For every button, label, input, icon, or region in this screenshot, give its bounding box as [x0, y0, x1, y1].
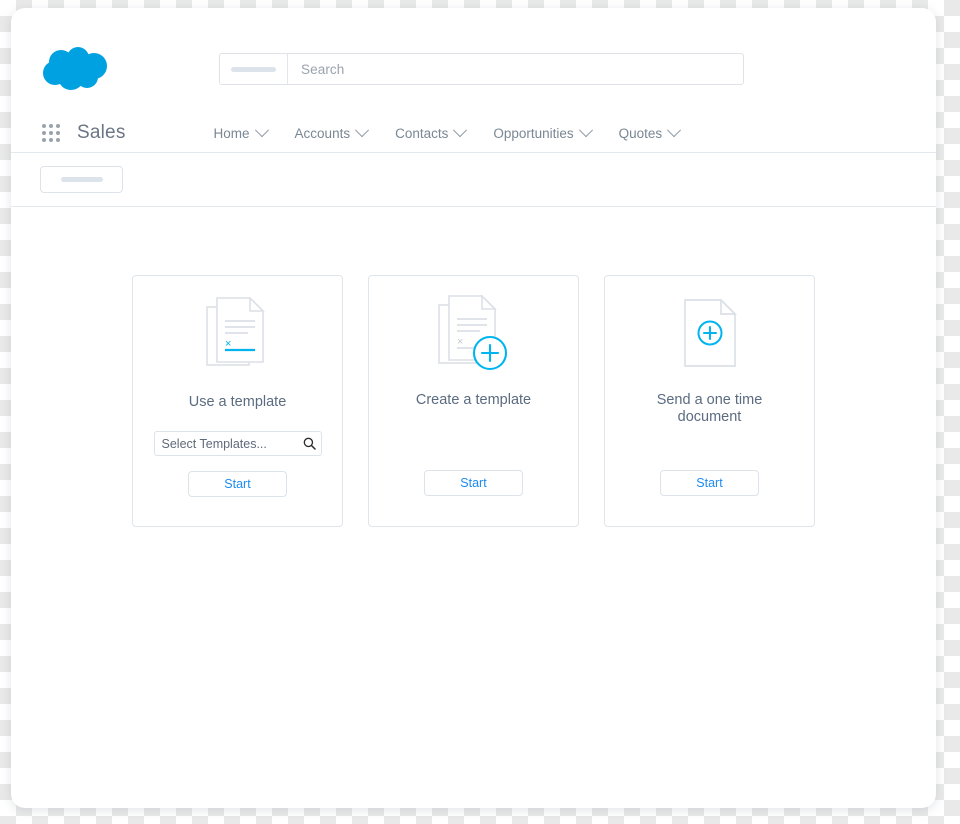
- nav-item-home[interactable]: Home: [213, 123, 269, 141]
- stacked-document-signature-icon: ×: [133, 276, 342, 392]
- global-header: Search Sales Home Accounts Contacts Oppo…: [11, 8, 936, 152]
- chevron-down-icon: [667, 123, 682, 138]
- global-search[interactable]: Search: [219, 53, 744, 85]
- search-icon[interactable]: [299, 437, 321, 450]
- salesforce-cloud-logo-icon[interactable]: [40, 46, 112, 92]
- search-scope-redaction-bar: [231, 66, 276, 72]
- sub-header-pill-button[interactable]: [40, 166, 123, 193]
- nav-item-label: Contacts: [395, 125, 449, 141]
- card-use-a-template[interactable]: × Use a template Select Templates... Sta…: [132, 275, 343, 527]
- search-input[interactable]: Search: [288, 54, 743, 84]
- document-plus-icon: [605, 276, 814, 392]
- select-templates-placeholder: Select Templates...: [161, 436, 267, 451]
- nav-item-contacts[interactable]: Contacts: [395, 123, 468, 141]
- app-window: Search Sales Home Accounts Contacts Oppo…: [11, 8, 936, 808]
- chevron-down-icon: [355, 123, 370, 138]
- svg-text:×: ×: [225, 338, 231, 350]
- nav-item-label: Opportunities: [493, 125, 574, 141]
- chevron-down-icon: [578, 123, 593, 138]
- search-placeholder: Search: [301, 61, 345, 77]
- nav-item-label: Accounts: [294, 125, 351, 141]
- card-title: Create a template: [415, 392, 532, 408]
- start-button[interactable]: Start: [188, 471, 287, 497]
- card-create-a-template[interactable]: × Create a template Start: [368, 275, 579, 527]
- app-bar: Sales Home Accounts Contacts Opportuniti…: [11, 114, 936, 152]
- nav-item-label: Home: [213, 125, 250, 141]
- card-title: Send a one time document: [656, 392, 763, 425]
- select-templates-input[interactable]: Select Templates...: [153, 431, 322, 456]
- nav-item-accounts[interactable]: Accounts: [294, 123, 370, 141]
- sub-header-redaction-bar: [60, 177, 103, 182]
- nav-item-opportunities[interactable]: Opportunities: [493, 123, 593, 141]
- sub-header-divider: [11, 206, 936, 207]
- app-launcher-grid-icon[interactable]: [40, 122, 62, 144]
- start-button[interactable]: Start: [424, 470, 523, 496]
- app-name[interactable]: Sales: [77, 122, 126, 144]
- chevron-down-icon: [453, 123, 468, 138]
- search-scope-selector[interactable]: [220, 54, 288, 84]
- start-button[interactable]: Start: [660, 470, 759, 496]
- stacked-document-plus-icon: ×: [369, 276, 578, 392]
- sub-header: [11, 153, 936, 206]
- primary-nav: Home Accounts Contacts Opportunities Quo…: [213, 123, 682, 141]
- chevron-down-icon: [254, 123, 269, 138]
- card-title: Use a template: [188, 394, 287, 410]
- nav-item-quotes[interactable]: Quotes: [618, 123, 682, 141]
- card-send-one-time-document[interactable]: Send a one time document Start: [604, 275, 815, 527]
- option-card-row: × Use a template Select Templates... Sta…: [11, 275, 936, 527]
- nav-item-label: Quotes: [618, 125, 663, 141]
- svg-text:×: ×: [457, 336, 463, 348]
